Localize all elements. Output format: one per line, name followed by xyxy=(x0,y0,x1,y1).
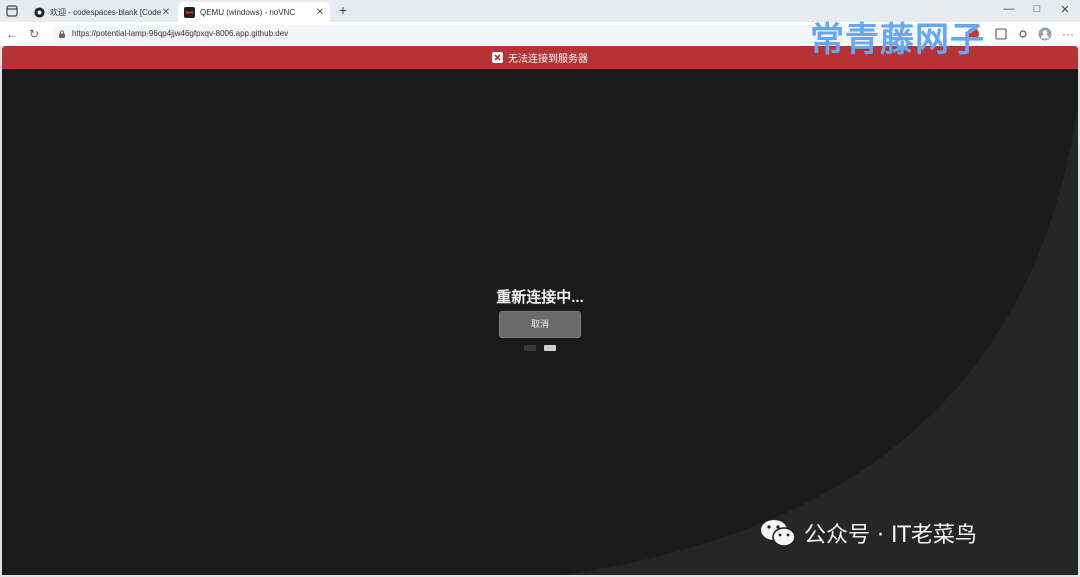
error-icon xyxy=(492,52,503,63)
lock-icon[interactable] xyxy=(58,30,66,38)
error-message: 无法连接到服务器 xyxy=(508,54,588,65)
close-icon[interactable]: ✕ xyxy=(315,7,325,18)
tab-title: 欢迎 - codespaces-blank [Codespaces] xyxy=(50,7,161,17)
novnc-viewport[interactable]: 无法连接到服务器 重新连接中... 取消 xyxy=(2,46,1078,575)
github-icon xyxy=(34,6,45,18)
wechat-icon xyxy=(761,520,796,547)
refresh-icon[interactable]: ↻ xyxy=(26,26,42,42)
watermark-logo: 常青藤网子 xyxy=(810,20,985,60)
novnc-icon xyxy=(184,6,195,18)
back-icon[interactable]: ← xyxy=(4,26,20,42)
wechat-account-label: 公众号 · IT老菜鸟 xyxy=(804,523,977,548)
progress-dot xyxy=(544,345,556,351)
profile-icon[interactable] xyxy=(1038,27,1052,41)
tab-codespaces[interactable]: 欢迎 - codespaces-blank [Codespaces] ✕ xyxy=(28,2,176,22)
tab-actions-icon[interactable] xyxy=(6,5,18,17)
sidebar-icon[interactable] xyxy=(994,27,1008,41)
status-text: 重新连接中... xyxy=(496,289,584,306)
url-text: https://potential-lamp-96qp4jjw46gfpxqv-… xyxy=(72,29,289,38)
maximize-button[interactable]: □ xyxy=(1028,3,1046,15)
cancel-button[interactable]: 取消 xyxy=(499,311,581,338)
address-bar[interactable]: https://potential-lamp-96qp4jjw46gfpxqv-… xyxy=(52,25,932,43)
tab-title: QEMU (windows) - noVNC xyxy=(200,7,296,17)
extensions-icon[interactable] xyxy=(1016,27,1030,41)
minimize-button[interactable]: — xyxy=(1000,3,1018,15)
progress-dot xyxy=(524,345,536,351)
more-icon[interactable]: ··· xyxy=(1060,26,1076,42)
tab-novnc[interactable]: QEMU (windows) - noVNC ✕ xyxy=(178,2,330,22)
reconnect-panel: 重新连接中... 取消 xyxy=(2,286,1078,351)
new-tab-button[interactable]: + xyxy=(336,2,350,18)
close-icon[interactable]: ✕ xyxy=(161,7,171,18)
close-window-button[interactable]: ✕ xyxy=(1056,3,1074,16)
progress-indicator xyxy=(2,345,1078,351)
wechat-watermark: 公众号 · IT老菜鸟 xyxy=(760,517,977,549)
